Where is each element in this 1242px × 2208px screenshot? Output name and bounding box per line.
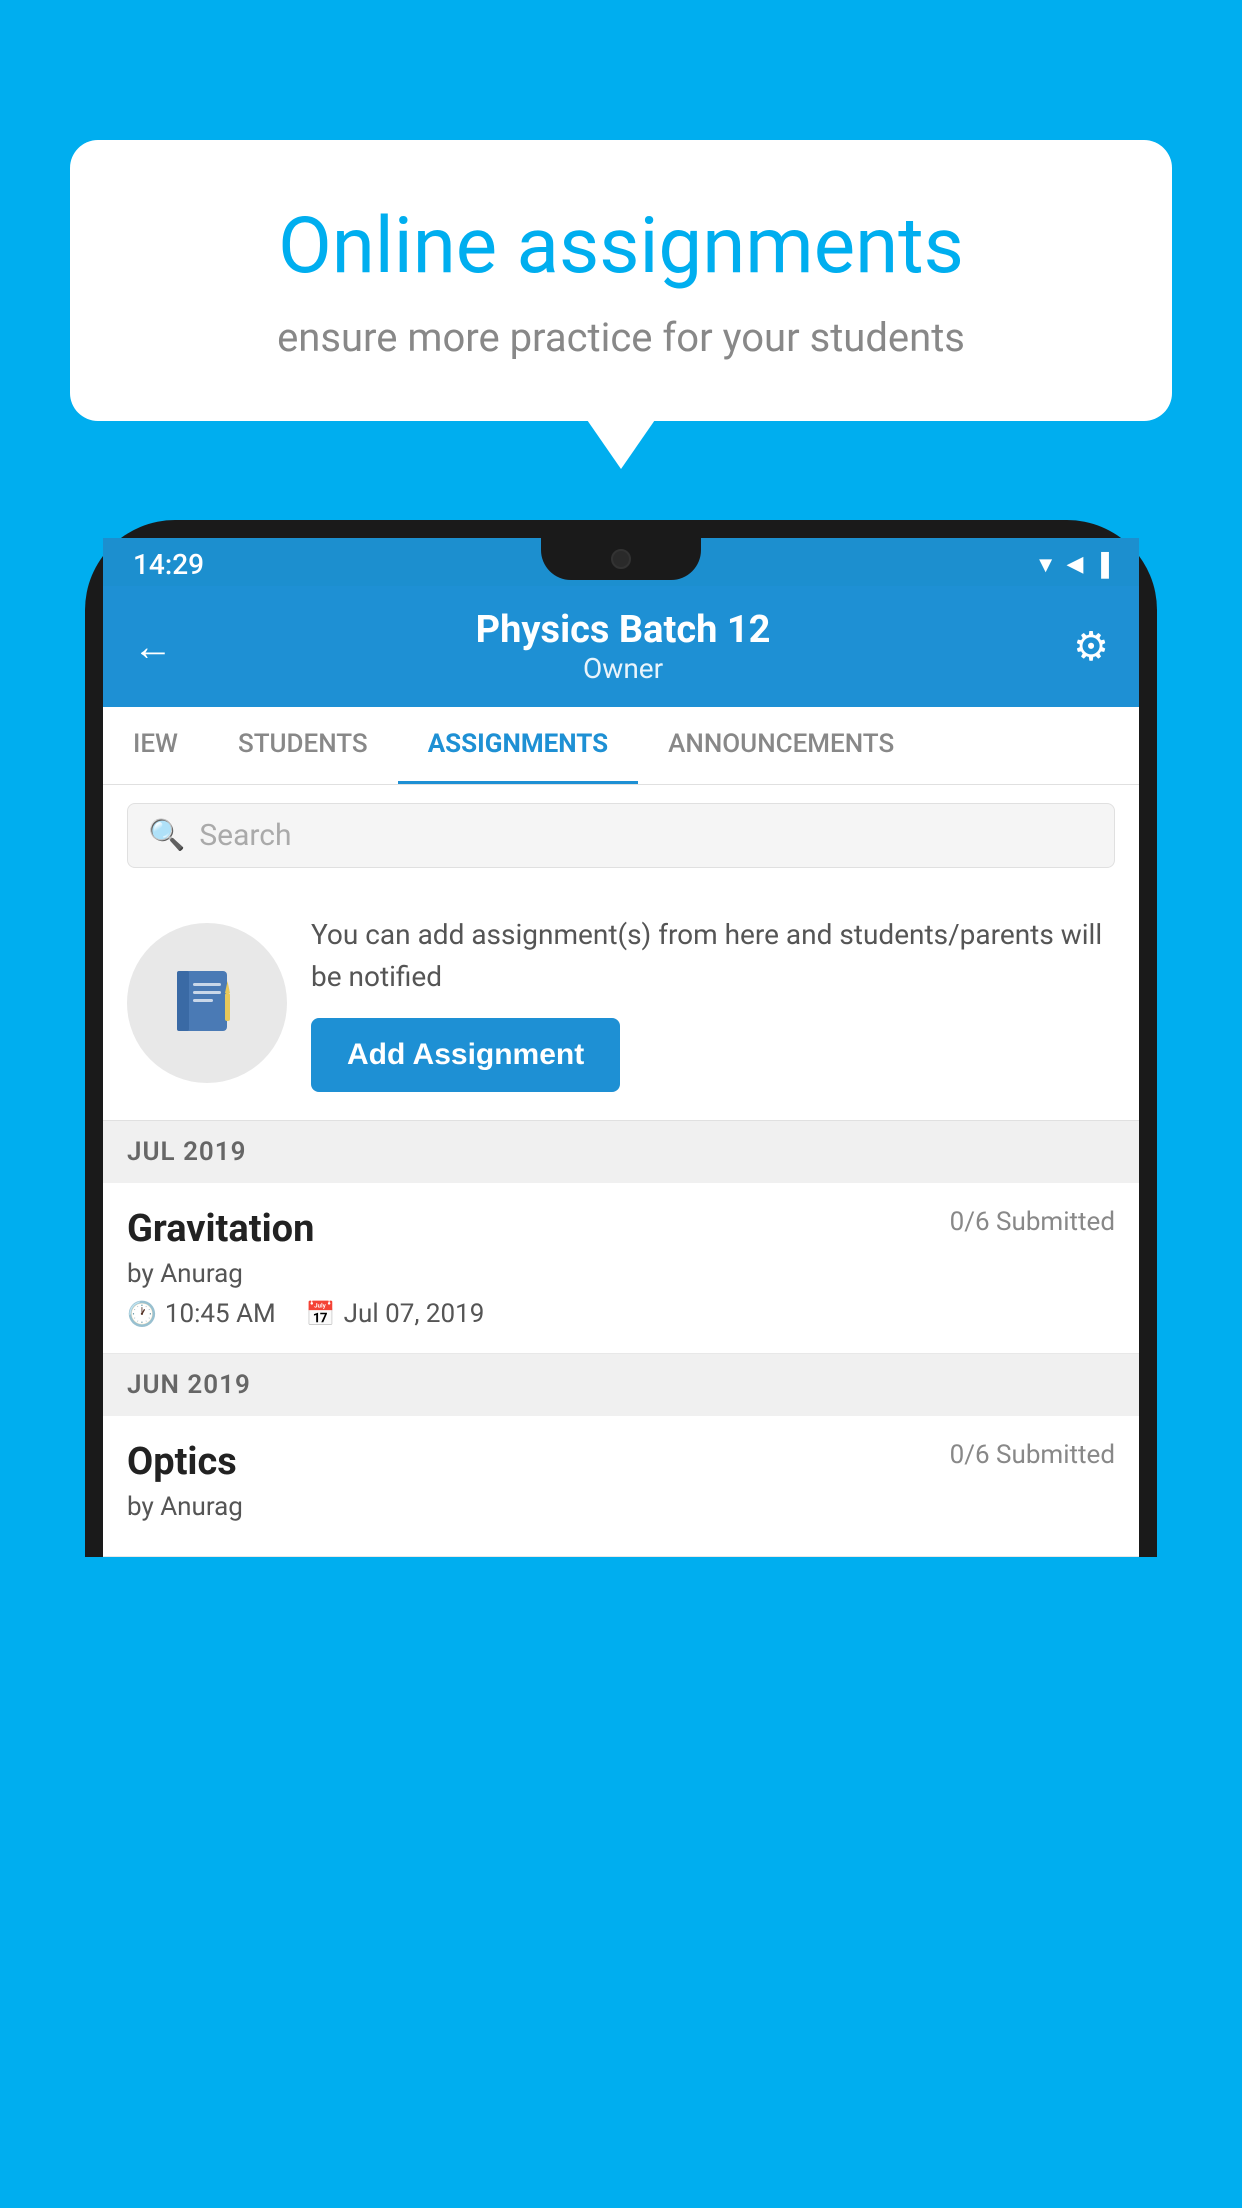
tab-announcements[interactable]: ANNOUNCEMENTS [638, 707, 924, 784]
clock-icon: 🕐 [127, 1300, 157, 1328]
search-placeholder: Search [199, 818, 291, 853]
battery-icon: ▐ [1093, 552, 1109, 578]
tabs-bar: IEW STUDENTS ASSIGNMENTS ANNOUNCEMENTS [103, 707, 1139, 785]
header-subtitle: Owner [476, 652, 771, 685]
assignment-item-optics[interactable]: Optics 0/6 Submitted by Anurag [103, 1416, 1139, 1557]
search-icon: 🔍 [148, 818, 185, 853]
header-title: Physics Batch 12 [476, 608, 771, 652]
app-header: ← Physics Batch 12 Owner ⚙ [103, 586, 1139, 707]
assignment-top-row: Gravitation 0/6 Submitted [127, 1207, 1115, 1251]
phone-notch [541, 538, 701, 580]
settings-icon[interactable]: ⚙ [1073, 623, 1109, 670]
wifi-icon: ▼ [1035, 552, 1057, 578]
assignment-promo: You can add assignment(s) from here and … [103, 886, 1139, 1121]
meta-time: 🕐 10:45 AM [127, 1299, 276, 1329]
status-time: 14:29 [133, 548, 204, 581]
assignment-name: Gravitation [127, 1207, 314, 1251]
assignment-date: Jul 07, 2019 [344, 1299, 485, 1329]
assignment-item-gravitation[interactable]: Gravitation 0/6 Submitted by Anurag 🕐 10… [103, 1183, 1139, 1354]
search-input-wrap[interactable]: 🔍 Search [127, 803, 1115, 868]
phone-frame: 14:29 ▼ ◀ ▐ ← Physics Batch 12 Owner ⚙ I… [85, 520, 1157, 1557]
assignment-by: by Anurag [127, 1259, 1115, 1289]
assignment-time: 10:45 AM [165, 1299, 276, 1329]
speech-bubble-area: Online assignments ensure more practice … [70, 140, 1172, 421]
promo-right: You can add assignment(s) from here and … [311, 914, 1115, 1092]
speech-bubble: Online assignments ensure more practice … [70, 140, 1172, 421]
status-icons: ▼ ◀ ▐ [1035, 552, 1109, 578]
add-assignment-button[interactable]: Add Assignment [311, 1018, 620, 1092]
search-bar: 🔍 Search [103, 785, 1139, 886]
notch-camera [611, 549, 631, 569]
assignment-submitted-optics: 0/6 Submitted [950, 1440, 1115, 1470]
tab-iew[interactable]: IEW [103, 707, 208, 784]
signal-icon: ◀ [1066, 552, 1083, 577]
assignment-name-optics: Optics [127, 1440, 237, 1484]
assignment-meta: 🕐 10:45 AM 📅 Jul 07, 2019 [127, 1299, 1115, 1329]
tab-students[interactable]: STUDENTS [208, 707, 398, 784]
phone-screen: 🔍 Search [103, 785, 1139, 1557]
speech-bubble-title: Online assignments [140, 200, 1102, 294]
section-header-jun: JUN 2019 [103, 1354, 1139, 1416]
tab-assignments[interactable]: ASSIGNMENTS [398, 707, 638, 784]
promo-description: You can add assignment(s) from here and … [311, 914, 1115, 998]
assignment-top-row-optics: Optics 0/6 Submitted [127, 1440, 1115, 1484]
assignment-submitted: 0/6 Submitted [950, 1207, 1115, 1237]
section-header-jul: JUL 2019 [103, 1121, 1139, 1183]
back-button[interactable]: ← [133, 623, 173, 670]
header-title-area: Physics Batch 12 Owner [476, 608, 771, 685]
meta-date: 📅 Jul 07, 2019 [306, 1299, 485, 1329]
notebook-svg-icon [167, 963, 247, 1043]
assignment-by-optics: by Anurag [127, 1492, 1115, 1522]
calendar-icon: 📅 [306, 1300, 336, 1328]
speech-bubble-subtitle: ensure more practice for your students [140, 314, 1102, 361]
promo-icon-circle [127, 923, 287, 1083]
phone-container: 14:29 ▼ ◀ ▐ ← Physics Batch 12 Owner ⚙ I… [85, 520, 1157, 2208]
